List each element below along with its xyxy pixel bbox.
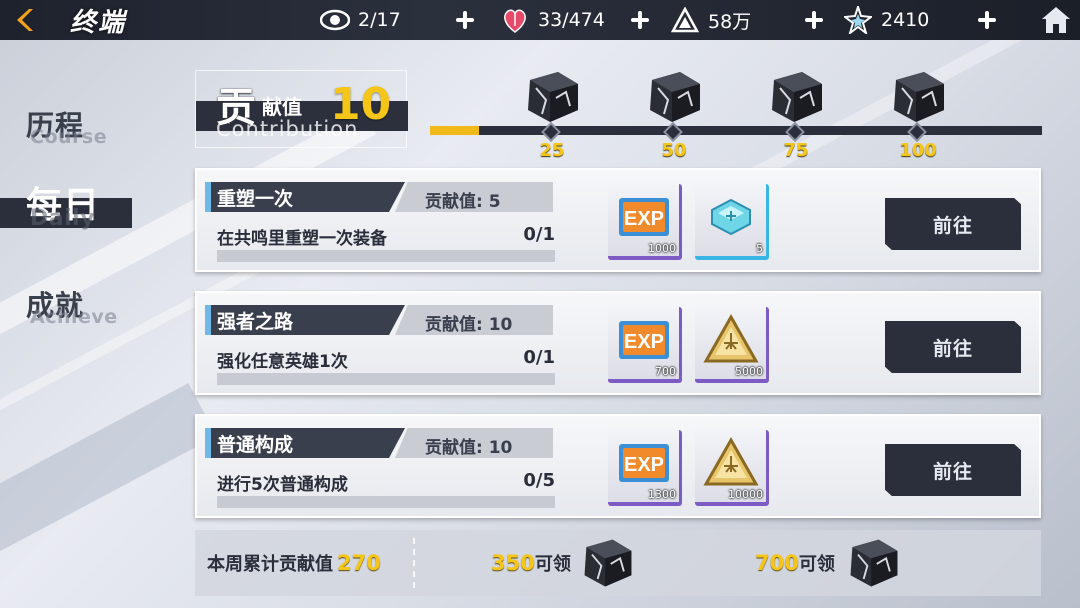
task-description: 进行5次普通构成	[217, 475, 348, 495]
resource-heart-value: 33/474	[538, 9, 605, 31]
sidebar-item-daily[interactable]: 每日 Daily	[26, 176, 100, 231]
reward-item[interactable]: 5	[695, 184, 769, 260]
contribution-title-en: Contribution	[216, 117, 359, 141]
weekly-goal: 700可领	[755, 550, 835, 576]
exp-icon: EXP	[619, 198, 669, 236]
home-icon	[1042, 7, 1070, 33]
contribution-progress-track	[430, 126, 1042, 135]
sidebar-item-sublabel: Course	[30, 126, 108, 148]
weekly-goal-value: 350	[491, 551, 535, 575]
chest-icon	[894, 72, 944, 122]
resource-eye-value: 2/17	[358, 9, 401, 31]
milestone-label: 75	[783, 140, 809, 161]
task-points: 贡献值: 10	[425, 315, 513, 335]
home-button[interactable]	[1038, 2, 1074, 38]
resource-star: 2410	[843, 0, 929, 40]
footer-divider	[413, 538, 415, 588]
heart-icon	[500, 5, 530, 35]
reward-quantity: 700	[655, 365, 676, 378]
add-eye-button[interactable]	[453, 8, 477, 32]
resource-heart: 33/474	[500, 0, 605, 40]
task-card: 重塑一次 贡献值: 5 在共鸣里重塑一次装备 0/1 EXP 1000 5 前往	[195, 168, 1041, 272]
contribution-progress-fill	[430, 126, 479, 135]
contribution-header: 贡 献值 10 Contribution	[195, 70, 408, 148]
task-count: 0/1	[523, 224, 555, 245]
reward-quantity: 5000	[735, 365, 763, 378]
task-points: 贡献值: 5	[425, 192, 501, 212]
reward-quantity: 1000	[648, 242, 676, 255]
task-count: 0/1	[523, 347, 555, 368]
weekly-goal-label: 可领	[798, 554, 835, 575]
weekly-footer: 本周累计贡献值 270 350可领 700可领	[195, 530, 1041, 596]
task-card: 普通构成 贡献值: 10 进行5次普通构成 0/5 EXP 1300 10000…	[195, 414, 1041, 518]
go-button[interactable]: 前往	[885, 321, 1021, 373]
task-card: 强者之路 贡献值: 10 强化任意英雄1次 0/1 EXP 700 5000 前…	[195, 291, 1041, 395]
weekly-chest-icon[interactable]	[843, 534, 903, 592]
reward-item[interactable]: EXP 1000	[608, 184, 682, 260]
task-points: 贡献值: 10	[425, 438, 513, 458]
resource-chip-value: 58万	[708, 10, 752, 33]
svg-text:EXP: EXP	[624, 331, 664, 353]
task-description: 在共鸣里重塑一次装备	[217, 229, 387, 249]
reward-quantity: 1300	[648, 488, 676, 501]
crystal-chip-icon	[711, 198, 751, 236]
sidebar-item-achieve[interactable]: 成就 Achieve	[26, 284, 117, 328]
milestone-label: 100	[899, 140, 937, 161]
milestone-label: 50	[661, 140, 687, 161]
reward-item[interactable]: EXP 1300	[608, 430, 682, 506]
chest-icon	[650, 72, 700, 122]
add-heart-button[interactable]	[628, 8, 652, 32]
star-crystal-icon	[843, 5, 873, 35]
weekly-label: 本周累计贡献值	[207, 554, 333, 575]
chest-icon	[528, 72, 578, 122]
eye-icon	[320, 5, 350, 35]
task-name: 普通构成	[217, 434, 294, 456]
sidebar-item-course[interactable]: 历程 Course	[26, 104, 107, 148]
task-description: 强化任意英雄1次	[217, 352, 348, 372]
task-progress-bar	[217, 373, 555, 385]
task-name: 强者之路	[217, 311, 294, 333]
reward-item[interactable]: 5000	[695, 307, 769, 383]
svg-text:EXP: EXP	[624, 208, 664, 230]
weekly-chest-icon[interactable]	[577, 534, 637, 592]
gold-triangle-icon	[703, 436, 759, 486]
exp-icon: EXP	[619, 444, 669, 482]
reward-item[interactable]: 10000	[695, 430, 769, 506]
svg-text:EXP: EXP	[624, 454, 664, 476]
contribution-title-rest: 献值	[262, 95, 302, 119]
resource-chip: 58万	[670, 0, 751, 40]
back-arrow-icon	[17, 9, 33, 31]
weekly-total: 本周累计贡献值 270	[207, 550, 381, 576]
go-button[interactable]: 前往	[885, 444, 1021, 496]
go-button[interactable]: 前往	[885, 198, 1021, 250]
reward-quantity: 5	[756, 242, 763, 255]
task-name: 重塑一次	[217, 188, 294, 210]
weekly-value: 270	[337, 551, 381, 575]
add-chip-button[interactable]	[802, 8, 826, 32]
gold-triangle-icon	[703, 313, 759, 363]
weekly-goal-value: 700	[755, 551, 799, 575]
back-button[interactable]	[0, 0, 48, 40]
add-star-button[interactable]	[975, 8, 999, 32]
reward-quantity: 10000	[728, 488, 763, 501]
page-title: 终端	[70, 7, 127, 38]
sidebar-item-sublabel: Daily	[30, 206, 96, 231]
reward-item[interactable]: EXP 700	[608, 307, 682, 383]
task-count: 0/5	[523, 470, 555, 491]
triangle-chip-icon	[670, 5, 700, 35]
weekly-goal-label: 可领	[534, 554, 571, 575]
chest-icon	[772, 72, 822, 122]
task-progress-bar	[217, 250, 555, 262]
task-progress-bar	[217, 496, 555, 508]
resource-star-value: 2410	[881, 9, 930, 31]
sidebar-item-sublabel: Achieve	[30, 306, 118, 328]
resource-eye: 2/17	[320, 0, 401, 40]
weekly-goal: 350可领	[491, 550, 571, 576]
exp-icon: EXP	[619, 321, 669, 359]
milestone-label: 25	[539, 140, 565, 161]
